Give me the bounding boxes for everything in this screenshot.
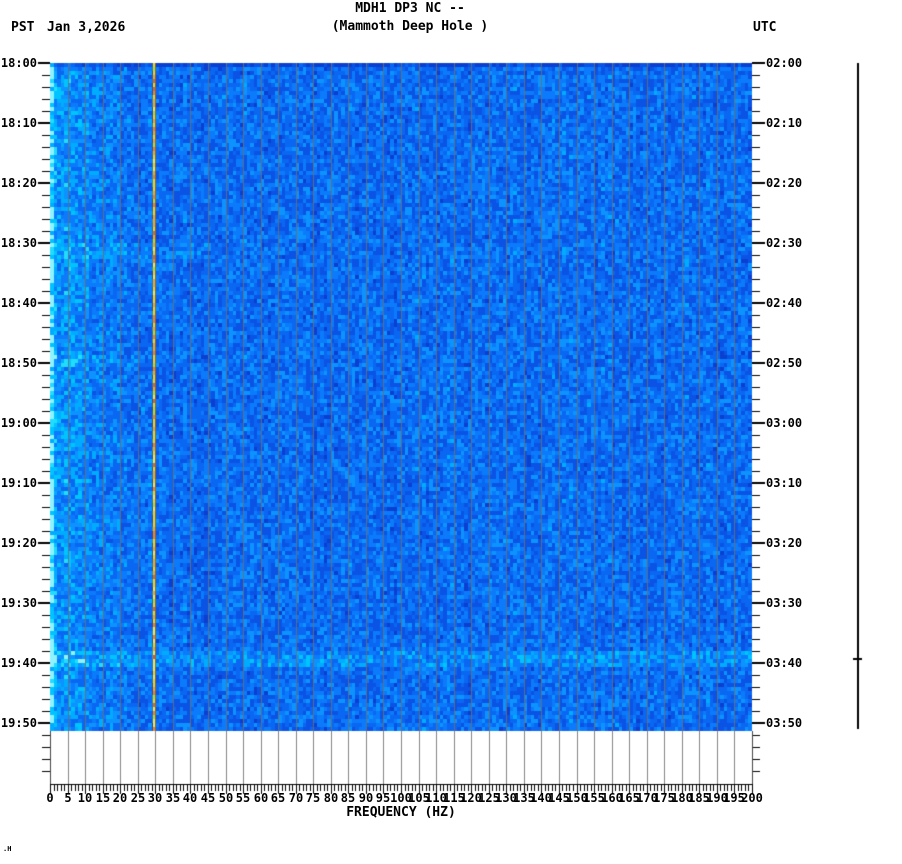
pst-tick-label: 19:40 xyxy=(0,656,37,670)
page-subtitle: (Mammoth Deep Hole ) xyxy=(331,19,489,34)
pst-tick-label: 18:00 xyxy=(0,56,37,70)
right-timezone-label: UTC xyxy=(753,20,777,35)
spectrogram-page: MDH1 DP3 NC -- (Mammoth Deep Hole ) PST … xyxy=(0,0,902,864)
utc-tick-label: 02:40 xyxy=(766,296,803,310)
pst-tick-label: 19:50 xyxy=(0,716,37,730)
utc-tick-label: 03:00 xyxy=(766,416,803,430)
pst-tick-label: 19:30 xyxy=(0,596,37,610)
utc-tick-label: 03:40 xyxy=(766,656,803,670)
pst-tick-label: 19:10 xyxy=(0,476,37,490)
utc-tick-label: 03:10 xyxy=(766,476,803,490)
watermark-glyph: .H xyxy=(3,845,12,853)
utc-tick-label: 02:50 xyxy=(766,356,803,370)
pst-tick-label: 19:20 xyxy=(0,536,37,550)
utc-tick-label: 03:50 xyxy=(766,716,803,730)
utc-tick-label: 02:00 xyxy=(766,56,803,70)
pst-tick-label: 18:40 xyxy=(0,296,37,310)
pst-tick-label: 18:30 xyxy=(0,236,37,250)
frequency-tick-label: 200 xyxy=(741,791,763,805)
left-timezone-label: PST xyxy=(11,20,35,35)
date-label: Jan 3,2026 xyxy=(47,20,126,35)
pst-tick-label: 18:20 xyxy=(0,176,37,190)
page-title: MDH1 DP3 NC -- xyxy=(355,1,465,16)
utc-tick-label: 02:30 xyxy=(766,236,803,250)
utc-tick-label: 03:20 xyxy=(766,536,803,550)
utc-tick-label: 02:10 xyxy=(766,116,803,130)
utc-tick-label: 02:20 xyxy=(766,176,803,190)
pst-tick-label: 18:50 xyxy=(0,356,37,370)
pst-tick-label: 19:00 xyxy=(0,416,37,430)
utc-tick-label: 03:30 xyxy=(766,596,803,610)
pst-tick-label: 18:10 xyxy=(0,116,37,130)
x-axis-title: FREQUENCY (HZ) xyxy=(346,805,456,820)
